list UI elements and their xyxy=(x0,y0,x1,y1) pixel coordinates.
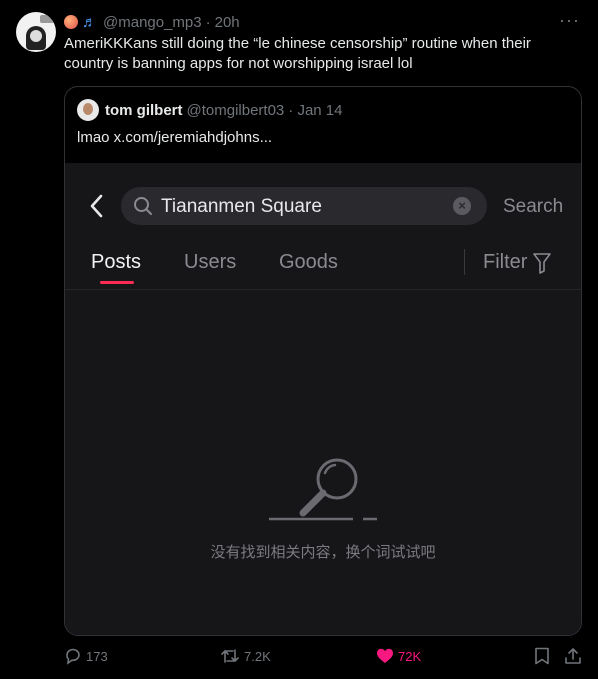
quoted-author-avatar[interactable] xyxy=(77,99,99,121)
bookmark-icon[interactable] xyxy=(534,647,550,665)
result-tabs: Posts Users Goods Filter xyxy=(65,247,581,289)
avatar-face-shape xyxy=(30,30,42,42)
tab-separator xyxy=(464,249,465,275)
search-query-text: Tiananmen Square xyxy=(161,196,322,217)
repost-button[interactable]: 7.2K xyxy=(220,647,271,665)
embedded-app-screenshot: Tiananmen Square × Search Posts Users Go… xyxy=(65,163,581,635)
quoted-author-handle[interactable]: @tomgilbert03 xyxy=(187,102,285,119)
tweet-time[interactable]: 20h xyxy=(215,14,240,31)
tab-goods[interactable]: Goods xyxy=(279,251,338,274)
repost-count: 7.2K xyxy=(244,648,271,664)
quoted-tweet-text: lmao x.com/jeremiahdjohns... xyxy=(77,129,273,146)
empty-results-message: 没有找到相关内容，换个词试试吧 xyxy=(210,544,436,561)
tab-posts[interactable]: Posts xyxy=(91,251,141,274)
reply-button[interactable]: 173 xyxy=(64,647,108,665)
tweet-header: ♬ @mango_mp3 · 20h xyxy=(64,12,240,32)
quoted-tweet-card[interactable]: tom gilbert @tomgilbert03 · Jan 14 lmao … xyxy=(64,86,582,636)
quoted-author-name[interactable]: tom gilbert xyxy=(105,102,183,119)
quoted-tweet-date: · Jan 14 xyxy=(288,101,343,119)
like-button[interactable]: 72K xyxy=(376,647,421,665)
heart-icon xyxy=(377,648,393,663)
author-handle[interactable]: @mango_mp3 xyxy=(103,14,202,31)
tweet-text: AmeriKKKans still doing the “le chinese … xyxy=(64,35,531,72)
peach-emoji-icon xyxy=(64,15,78,29)
search-input[interactable]: Tiananmen Square × xyxy=(121,187,487,225)
filter-button[interactable]: Filter xyxy=(483,251,552,274)
funnel-icon xyxy=(533,252,552,274)
reply-icon xyxy=(66,648,80,665)
author-avatar[interactable] xyxy=(16,12,56,52)
active-tab-indicator xyxy=(100,281,134,284)
repost-icon xyxy=(221,649,239,663)
share-icon[interactable] xyxy=(564,647,582,665)
avatar-text-badge xyxy=(40,15,54,23)
tab-users[interactable]: Users xyxy=(184,251,236,274)
tabs-divider xyxy=(65,289,581,290)
empty-search-magnifier-icon xyxy=(269,458,377,521)
clear-search-icon[interactable]: × xyxy=(453,197,471,215)
like-count: 72K xyxy=(398,648,422,664)
back-chevron-icon[interactable] xyxy=(87,193,107,219)
tweet-actions-bar: 173 7.2K 72K xyxy=(64,645,584,669)
filter-label: Filter xyxy=(483,251,528,273)
search-button[interactable]: Search xyxy=(503,196,563,218)
search-icon xyxy=(134,197,152,215)
music-notes-icon: ♬ xyxy=(82,13,97,31)
more-options-icon[interactable]: ··· xyxy=(559,10,580,31)
quoted-tweet-header: tom gilbert @tomgilbert03 · Jan 14 xyxy=(77,99,342,121)
reply-count: 173 xyxy=(86,648,108,664)
separator-dot: · xyxy=(205,13,211,31)
